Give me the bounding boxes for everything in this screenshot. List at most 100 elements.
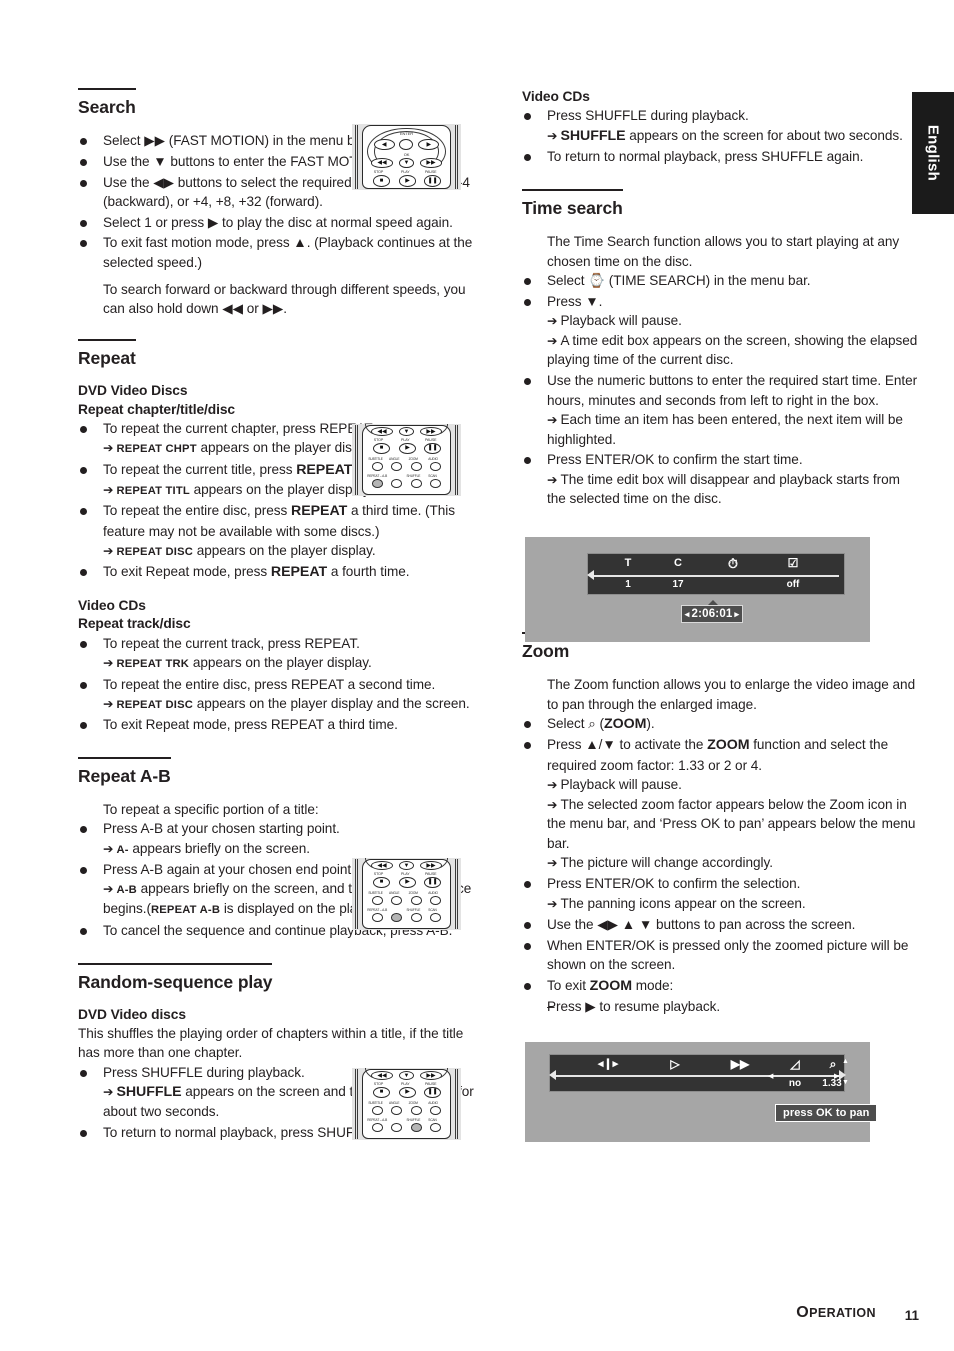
list-item: Use the numeric buttons to enter the req… <box>522 371 922 449</box>
pause-label: PAUSE <box>425 437 437 442</box>
item-emphasis: REPEAT <box>270 564 328 581</box>
list-item: To repeat the entire disc, press REPEAT … <box>78 675 478 714</box>
zoom-label: ZOOM <box>408 457 418 462</box>
item-text-tail: mode: <box>632 977 674 993</box>
heading-repeat-ab: Repeat A-B <box>78 757 171 787</box>
play-icon: ▶ <box>405 177 410 184</box>
subtitle-button[interactable] <box>371 1106 383 1115</box>
shuffle-label: SHUFFLE <box>406 1118 421 1123</box>
time-left-arrow-icon: ◂ <box>684 608 690 619</box>
angle-button[interactable] <box>391 896 403 905</box>
item-text: Press ENTER/OK to confirm the start time… <box>547 452 803 468</box>
angle-label: ANGLE <box>389 891 400 896</box>
stop-label: STOP <box>373 871 384 876</box>
stop-button[interactable]: ■ <box>372 174 391 187</box>
shuffle-button[interactable] <box>410 479 422 489</box>
value-left-arrow-icon[interactable]: ◀ <box>768 1072 773 1080</box>
item-text-tail: ). <box>646 715 655 731</box>
scroll-left-arrow-icon <box>549 1070 556 1080</box>
footer-section-rest: PERATION <box>809 1306 876 1320</box>
zoom-button[interactable] <box>410 896 422 905</box>
item-text: Select ⌕ ( <box>547 715 604 731</box>
shuffle-button[interactable] <box>410 913 422 923</box>
osd-menu-bar: T C ⏱ ☑ 1 17 off <box>587 553 845 595</box>
dash-marker: – <box>547 999 555 1015</box>
subtitle-button[interactable] <box>371 462 383 471</box>
result-arrow: Playback will pause. <box>547 313 682 328</box>
zoom-button[interactable] <box>410 462 422 471</box>
ok-label: OK <box>403 151 410 157</box>
result-emphasis: SHUFFLE <box>116 1083 182 1100</box>
page-footer: OPERATION 11 <box>0 1291 954 1351</box>
time-value: 2:06:01 <box>691 608 733 620</box>
repeat-button[interactable] <box>371 479 383 489</box>
scan-label: SCAN <box>428 908 437 913</box>
repeat-label: REPEAT – A-B <box>367 1118 388 1123</box>
zoom-intro: The Zoom function allows you to enlarge … <box>547 677 916 712</box>
item-text: To repeat the current track, press REPEA… <box>103 635 360 651</box>
subtitle-label: SUBTITLE <box>368 1101 383 1106</box>
triangle-right-icon: ▶ <box>426 141 432 148</box>
list-item: Select 1 or press ▶ to play the disc at … <box>78 213 478 232</box>
zoom-osd-screenshot: ◂❙▸ ▷ ▶▶ ◿ ⌕ no 1.33 ▲ ▼ ◀ ▶ press OK to… <box>525 1042 878 1142</box>
item-text: Press ▶ to resume playback. <box>547 999 721 1015</box>
remote-repeat-ab-illustration: ◀◀ ▼ ▶▶ STOP PLAY PAUSE ■ ▶ ❚❚ SUBTITLE … <box>352 858 461 930</box>
footer-section-initial: O <box>796 1304 810 1321</box>
shuffle-label: SHUFFLE <box>406 474 421 479</box>
zoom-button[interactable] <box>410 1106 422 1115</box>
angle-button[interactable] <box>391 1106 403 1115</box>
subheading-video-cds: Video CDs <box>78 597 146 613</box>
heading-time-search: Time search <box>522 189 623 219</box>
language-tab-label: English <box>924 124 942 182</box>
time-edit-box[interactable]: ◂ 2:06:01 ▸ <box>681 605 743 623</box>
angle-label: ANGLE <box>389 457 400 462</box>
repeat-button[interactable] <box>371 913 383 923</box>
repeat-vcd-list: To repeat the current track, press REPEA… <box>78 634 478 735</box>
result-arrow: SHUFFLE appears on the screen for about … <box>547 127 903 144</box>
zoom-label: ZOOM <box>408 891 418 896</box>
result-code-2: REPEAT A-B <box>150 904 221 917</box>
play-button[interactable]: ▶ <box>398 174 417 187</box>
pause-icon: ❚❚ <box>427 879 438 886</box>
item-text: Press SHUFFLE during playback. <box>103 1064 305 1080</box>
subtitle-button[interactable] <box>371 896 383 905</box>
play-icon: ▶ <box>405 1089 410 1096</box>
item-text: Use the numeric buttons to enter the req… <box>547 373 918 408</box>
result-text: appears on the player display. <box>193 542 376 558</box>
triangle-down-icon: ▼ <box>403 428 410 435</box>
pause-button[interactable]: ❚❚ <box>423 174 442 187</box>
result-arrow: REPEAT TITL appears on the player displa… <box>103 482 373 497</box>
skip-next-icon: ▶▶ <box>426 862 436 869</box>
result-arrow: Playback will pause. <box>547 777 682 792</box>
random-vcd-list: Press SHUFFLE during playback. SHUFFLE a… <box>522 106 922 166</box>
item-text: To repeat the entire disc, press REPEAT … <box>103 676 436 692</box>
result-text: The selected zoom factor appears below t… <box>547 796 916 851</box>
shuffle-label: SHUFFLE <box>406 908 421 913</box>
result-code: REPEAT DISC <box>116 545 194 558</box>
angle-value: no <box>788 1078 802 1089</box>
nav-left-button[interactable]: ◀ <box>373 139 395 151</box>
shuffle-button[interactable] <box>410 1123 422 1133</box>
result-emphasis: SHUFFLE <box>560 127 626 144</box>
result-code: REPEAT CHPT <box>116 443 197 456</box>
result-arrow: A time edit box appears on the screen, s… <box>547 333 917 368</box>
stop-label: STOP <box>373 1081 384 1086</box>
repeat-button[interactable] <box>371 1123 383 1133</box>
chapter-icon: C <box>674 557 682 569</box>
spinner-down-icon[interactable]: ▼ <box>842 1079 849 1086</box>
pause-label: PAUSE <box>425 169 437 174</box>
remote-search-illustration: ENTER ◀ OK ▶ ◀◀ ▼ ▶▶ STOP PLAY PAUSE ■ ▶… <box>352 124 461 190</box>
triangle-down-icon: ▼ <box>403 862 410 869</box>
manual-page: English Search Select ▶▶ (FAST MOTION) i… <box>0 0 954 1351</box>
stop-icon: ■ <box>379 879 384 886</box>
heading-repeat: Repeat <box>78 339 136 369</box>
value-right-arrow-icon[interactable]: ▶ <box>834 1072 839 1080</box>
result-code: A- <box>116 843 129 856</box>
result-text: appears on the screen for about two seco… <box>625 127 903 143</box>
remote-shuffle-illustration: ◀◀ ▼ ▶▶ STOP PLAY PAUSE ■ ▶ ❚❚ SUBTITLE … <box>352 1068 461 1140</box>
list-item: To repeat the entire disc, press REPEAT … <box>78 501 478 560</box>
triangle-down-icon: ▼ <box>403 160 410 167</box>
spinner-up-icon[interactable]: ▲ <box>842 1058 849 1065</box>
skip-next-icon: ▶▶ <box>426 1072 436 1079</box>
angle-button[interactable] <box>391 462 403 471</box>
